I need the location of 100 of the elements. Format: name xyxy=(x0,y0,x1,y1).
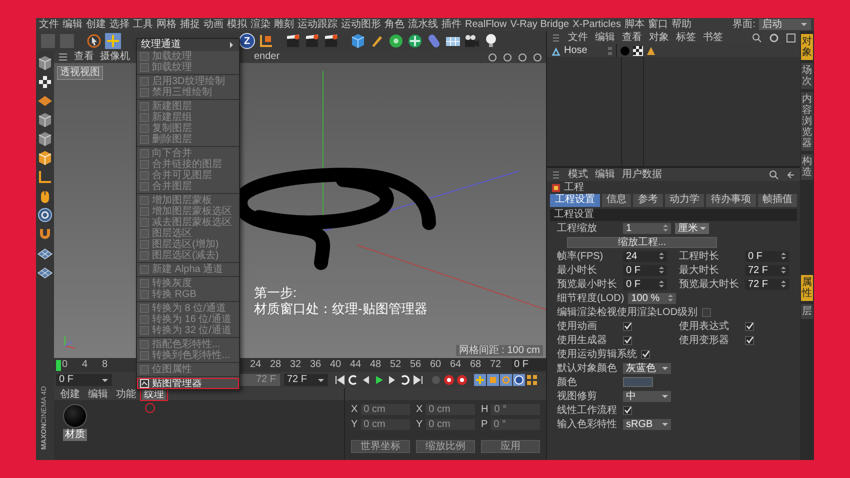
checker-tag-icon[interactable] xyxy=(633,46,643,56)
menu-item[interactable]: 插件 xyxy=(442,18,462,30)
layout-dropdown[interactable]: 启动 xyxy=(759,19,811,30)
number-field[interactable]: 1 xyxy=(623,222,671,234)
coordinate-field[interactable]: 0 ° xyxy=(491,404,540,416)
menu-item[interactable]: 对象 xyxy=(649,32,669,44)
menu-item[interactable]: 窗口 xyxy=(648,18,668,30)
checkbox[interactable] xyxy=(745,322,754,331)
back-arrow-icon[interactable] xyxy=(786,170,796,180)
current-frame-field[interactable]: 0 F xyxy=(512,359,546,371)
menu-item[interactable]: 工具 xyxy=(133,18,153,30)
menu-item[interactable]: 网格 xyxy=(156,18,176,30)
expand-icon[interactable] xyxy=(786,32,796,42)
material-preview[interactable] xyxy=(63,404,87,428)
number-field[interactable]: 0 F xyxy=(623,264,667,276)
scale-project-button[interactable]: 缩放工程... xyxy=(567,236,717,248)
end-frame-field[interactable]: 72 F xyxy=(284,374,328,386)
cube-icon[interactable] xyxy=(37,55,53,71)
color-swatch[interactable] xyxy=(623,377,653,388)
side-tab[interactable]: 构造 xyxy=(801,154,813,180)
menu-item[interactable]: 标签 xyxy=(676,32,696,44)
tab[interactable]: 待办事项 xyxy=(706,194,756,207)
coordinate-field[interactable]: 0 ° xyxy=(490,418,540,430)
pen-icon[interactable] xyxy=(369,33,385,49)
menu-item[interactable]: 角色 xyxy=(384,18,404,30)
menu-item[interactable]: 书签 xyxy=(703,32,723,44)
tab[interactable]: 信息 xyxy=(602,194,631,207)
menu-item[interactable]: 模式 xyxy=(568,168,588,180)
axis-icon[interactable] xyxy=(258,33,274,49)
menu-item[interactable]: 运动跟踪 xyxy=(298,18,338,30)
number-field[interactable]: 24 xyxy=(623,250,667,262)
grip-icon[interactable] xyxy=(551,32,561,42)
dropdown[interactable]: sRGB xyxy=(623,418,671,430)
menu-item[interactable]: 动画 xyxy=(204,18,224,30)
cube-icon[interactable] xyxy=(37,131,53,147)
grid-key-icon[interactable] xyxy=(526,374,538,386)
cube-icon[interactable] xyxy=(350,33,366,49)
search-icon[interactable] xyxy=(769,170,779,180)
menu-item[interactable]: 选择 xyxy=(110,18,130,30)
loop-back-icon[interactable] xyxy=(347,374,359,386)
clapperboard-icon[interactable] xyxy=(304,33,320,49)
record-icon[interactable] xyxy=(443,374,455,386)
number-field[interactable]: 72 F xyxy=(745,264,789,276)
panel-button[interactable]: 世界坐标 xyxy=(351,440,410,453)
grip-icon[interactable] xyxy=(551,170,561,180)
material-name[interactable]: 材质 xyxy=(63,429,87,440)
tab[interactable]: 帧插值 xyxy=(758,194,797,207)
dropdown[interactable]: 中 xyxy=(623,390,671,402)
light-bulb-icon[interactable] xyxy=(483,33,499,49)
dropdown[interactable]: 灰蓝色 xyxy=(623,362,671,374)
panel-button[interactable]: 缩放比例 xyxy=(416,440,475,453)
view-menu-item[interactable]: 查看 xyxy=(74,51,94,63)
side-tab[interactable]: 属性 xyxy=(801,275,813,301)
clapperboard-icon[interactable] xyxy=(285,33,301,49)
clapperboard-icon[interactable] xyxy=(323,33,339,49)
cursor-icon[interactable] xyxy=(86,33,102,49)
menu-item[interactable]: 运动图形 xyxy=(341,18,381,30)
number-field[interactable]: 0 F xyxy=(623,278,667,290)
view-menu-item[interactable]: 摄像机 xyxy=(100,51,130,63)
object-name[interactable]: Hose xyxy=(564,44,604,56)
menu-tab[interactable]: 编辑 xyxy=(86,388,110,400)
cube-icon[interactable] xyxy=(37,112,53,128)
menu-tab[interactable]: 功能 xyxy=(114,388,138,400)
menu-item[interactable]: 帮助 xyxy=(671,18,692,30)
menu-item[interactable]: 文件 xyxy=(568,32,588,44)
menu-item[interactable]: 编辑 xyxy=(62,18,82,30)
search-icon[interactable] xyxy=(752,32,762,42)
number-field[interactable]: 0 F xyxy=(745,250,789,262)
menu-item[interactable]: 文件 xyxy=(39,18,59,30)
menu-item[interactable]: 脚本 xyxy=(624,18,644,30)
tab[interactable]: 参考 xyxy=(633,194,662,207)
coordinate-field[interactable]: 0 cm xyxy=(360,418,410,430)
side-tab[interactable]: 对象 xyxy=(801,34,813,60)
checkbox[interactable] xyxy=(623,406,632,415)
magnet-icon[interactable] xyxy=(37,226,53,242)
tab[interactable]: 工程设置 xyxy=(550,194,600,207)
coordinate-field[interactable]: 0 cm xyxy=(426,404,475,416)
number-field[interactable]: 100 % xyxy=(628,292,676,304)
side-tab[interactable]: 层 xyxy=(801,304,813,319)
axis-button[interactable]: Z xyxy=(239,33,255,49)
coordinate-field[interactable]: 0 cm xyxy=(360,404,410,416)
menu-icon[interactable] xyxy=(58,52,68,62)
coordinate-field[interactable]: 0 cm xyxy=(426,418,475,430)
start-frame-field[interactable]: 0 F xyxy=(56,374,112,386)
menu-item[interactable]: 编辑 xyxy=(595,32,615,44)
menu-item[interactable]: 捕捉 xyxy=(180,18,200,30)
checkbox[interactable] xyxy=(623,336,632,345)
menu-item[interactable]: V-Ray Bridge xyxy=(510,18,570,30)
checkbox[interactable] xyxy=(623,322,632,331)
side-tab[interactable]: 场次 xyxy=(801,63,813,89)
skip-to-start-icon[interactable] xyxy=(334,374,346,386)
camera-icon[interactable] xyxy=(464,33,480,49)
menu-tab[interactable]: 创建 xyxy=(58,388,82,400)
record-icon[interactable] xyxy=(456,374,468,386)
checkbox[interactable] xyxy=(745,336,754,345)
menu-title[interactable]: 纹理通道 xyxy=(137,39,239,51)
axis-icon[interactable] xyxy=(37,169,53,185)
menu-item[interactable]: 渲染 xyxy=(250,18,270,30)
menu-item[interactable]: X-Particles xyxy=(572,18,621,30)
playhead[interactable] xyxy=(56,360,61,370)
